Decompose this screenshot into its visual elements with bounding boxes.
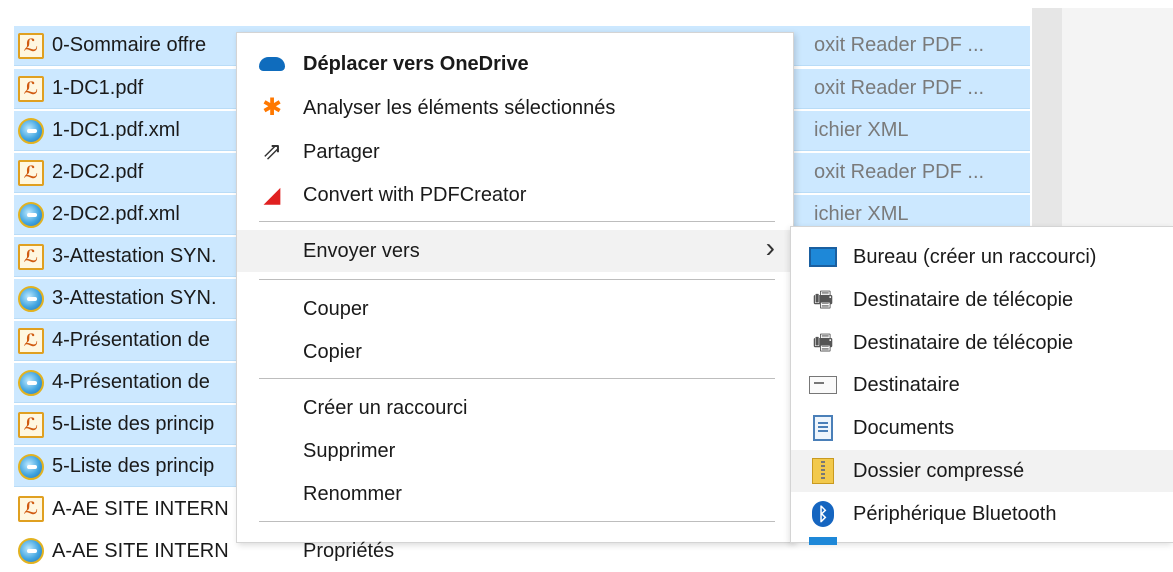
submenu-item-label: Dossier compressé bbox=[853, 459, 1025, 482]
menu-item-label: Créer un raccourci bbox=[303, 396, 468, 419]
desktop-icon bbox=[809, 247, 837, 267]
menu-item-label: Analyser les éléments sélectionnés bbox=[303, 96, 616, 119]
menu-item-rename[interactable]: Renommer bbox=[237, 473, 793, 515]
menu-separator bbox=[259, 279, 775, 280]
pdf-file-icon: ℒ bbox=[18, 75, 44, 102]
menu-item-delete[interactable]: Supprimer bbox=[237, 430, 793, 472]
menu-item-convert-pdfcreator[interactable]: ◢ Convert with PDFCreator bbox=[237, 174, 793, 216]
pdf-file-icon: ℒ bbox=[18, 243, 44, 270]
file-type: ichier XML bbox=[814, 203, 909, 225]
menu-separator bbox=[259, 221, 775, 222]
file-type: ichier XML bbox=[814, 119, 909, 141]
menu-item-label: Copier bbox=[303, 340, 362, 363]
menu-item-share[interactable]: ⇗ Partager bbox=[237, 131, 793, 173]
documents-icon bbox=[813, 415, 833, 441]
pdf-file-icon: ℒ bbox=[18, 32, 44, 59]
file-type: oxit Reader PDF ... bbox=[814, 161, 985, 183]
submenu-item-label: Périphérique Bluetooth bbox=[853, 502, 1057, 525]
send-to-submenu: Bureau (créer un raccourci) 🖷 Destinatai… bbox=[790, 226, 1173, 545]
mail-icon bbox=[809, 376, 837, 394]
pdf-file-icon: ℒ bbox=[18, 159, 44, 186]
xml-file-icon bbox=[18, 117, 44, 144]
pdf-file-icon: ℒ bbox=[18, 327, 44, 354]
submenu-item-documents[interactable]: Documents bbox=[791, 407, 1173, 449]
xml-file-icon bbox=[18, 369, 44, 396]
onedrive-cloud-icon bbox=[259, 57, 285, 71]
context-menu: Déplacer vers OneDrive ✱ Analyser les él… bbox=[236, 32, 794, 562]
pdf-file-icon: ℒ bbox=[18, 496, 44, 522]
menu-item-label: Envoyer vers bbox=[303, 239, 420, 262]
fax-icon: 🖷 bbox=[812, 330, 834, 355]
menu-item-analyze-selected[interactable]: ✱ Analyser les éléments sélectionnés bbox=[237, 87, 793, 129]
file-type: oxit Reader PDF ... bbox=[814, 34, 985, 56]
menu-item-copy[interactable]: Copier bbox=[237, 331, 793, 373]
zip-folder-icon bbox=[812, 458, 834, 484]
file-type: oxit Reader PDF ... bbox=[814, 77, 985, 99]
menu-item-label: Partager bbox=[303, 140, 380, 163]
menu-item-send-to[interactable]: Envoyer vers › bbox=[237, 230, 793, 272]
submenu-item-label: Documents bbox=[853, 416, 955, 439]
submenu-item-desktop-shortcut[interactable]: Bureau (créer un raccourci) bbox=[791, 236, 1173, 278]
menu-item-label: Renommer bbox=[303, 482, 402, 505]
share-icon: ⇗ bbox=[261, 138, 283, 165]
avast-antivirus-icon: ✱ bbox=[261, 94, 283, 121]
menu-item-label: Supprimer bbox=[303, 439, 396, 462]
bluetooth-icon: ᛒ bbox=[812, 501, 834, 527]
menu-item-move-to-onedrive[interactable]: Déplacer vers OneDrive bbox=[237, 43, 793, 85]
menu-item-label: Déplacer vers OneDrive bbox=[303, 52, 529, 75]
menu-separator bbox=[259, 378, 775, 379]
menu-item-label: Couper bbox=[303, 297, 369, 320]
drive-icon bbox=[809, 537, 837, 545]
submenu-item-fax-recipient[interactable]: 🖷 Destinataire de télécopie bbox=[791, 279, 1173, 321]
submenu-item-fax-recipient-2[interactable]: 🖷 Destinataire de télécopie bbox=[791, 322, 1173, 364]
xml-file-icon bbox=[18, 201, 44, 228]
menu-item-properties[interactable]: Propriétés bbox=[237, 530, 793, 572]
menu-item-create-shortcut[interactable]: Créer un raccourci bbox=[237, 387, 793, 429]
xml-file-icon bbox=[18, 285, 44, 312]
menu-item-label: Convert with PDFCreator bbox=[303, 183, 527, 206]
xml-file-icon bbox=[18, 453, 44, 480]
submenu-item-label: Destinataire de télécopie bbox=[853, 288, 1074, 311]
submenu-item-partial[interactable] bbox=[791, 529, 1173, 545]
xml-file-icon bbox=[18, 538, 44, 564]
submenu-item-compressed-folder[interactable]: Dossier compressé bbox=[791, 450, 1173, 492]
chevron-right-icon: › bbox=[765, 232, 775, 263]
menu-item-cut[interactable]: Couper bbox=[237, 288, 793, 330]
menu-separator bbox=[259, 521, 775, 522]
pdfcreator-icon: ◢ bbox=[263, 182, 281, 207]
submenu-item-label: Destinataire bbox=[853, 373, 960, 396]
fax-icon: 🖷 bbox=[812, 287, 834, 312]
submenu-item-label: Bureau (créer un raccourci) bbox=[853, 245, 1097, 268]
pdf-file-icon: ℒ bbox=[18, 411, 44, 438]
submenu-item-mail-recipient[interactable]: Destinataire bbox=[791, 364, 1173, 406]
submenu-item-label: Destinataire de télécopie bbox=[853, 331, 1074, 354]
